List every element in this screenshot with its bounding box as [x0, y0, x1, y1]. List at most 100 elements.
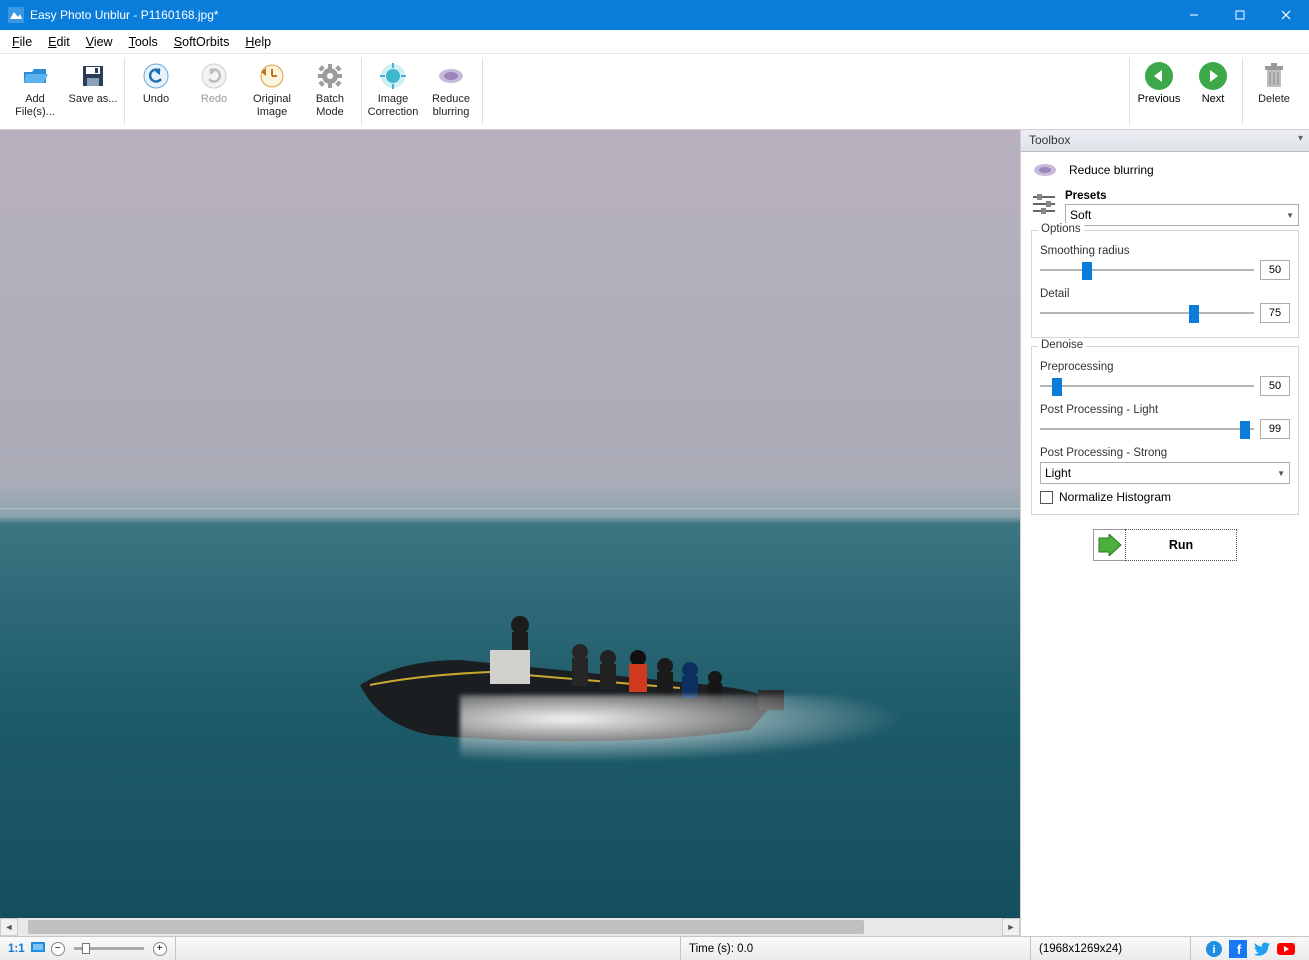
- chevron-down-icon: ▼: [1277, 469, 1285, 478]
- smoothing-radius-label: Smoothing radius: [1040, 245, 1290, 257]
- title-bar: Easy Photo Unblur - P1160168.jpg*: [0, 0, 1309, 30]
- image-correction-button[interactable]: Image Correction: [364, 58, 422, 125]
- menu-tools[interactable]: Tools: [121, 32, 166, 52]
- toolbar-label: Reduce blurring: [424, 93, 478, 118]
- run-label: Run: [1169, 538, 1193, 552]
- arrow-left-icon: [1145, 62, 1173, 90]
- menu-edit[interactable]: Edit: [40, 32, 78, 52]
- toolbar-label: Undo: [143, 93, 169, 106]
- image-canvas[interactable]: [0, 130, 1020, 918]
- detail-label: Detail: [1040, 288, 1290, 300]
- preprocessing-label: Preprocessing: [1040, 361, 1290, 373]
- detail-slider[interactable]: [1040, 312, 1254, 314]
- menu-help[interactable]: Help: [237, 32, 279, 52]
- presets-value: Soft: [1070, 208, 1091, 222]
- toolbar-label: Save as...: [69, 93, 118, 106]
- twitter-icon[interactable]: [1253, 940, 1271, 958]
- denoise-legend: Denoise: [1038, 339, 1086, 351]
- toolbar-label: Original Image: [245, 93, 299, 118]
- post-strong-value: Light: [1045, 466, 1071, 480]
- post-light-label: Post Processing - Light: [1040, 404, 1290, 416]
- close-button[interactable]: [1263, 0, 1309, 30]
- toolbar-label: Redo: [201, 93, 227, 106]
- menu-bar: File Edit View Tools SoftOrbits Help: [0, 30, 1309, 54]
- undo-icon: [142, 62, 170, 90]
- sparkle-icon: [379, 62, 407, 90]
- toolbar-label: Image Correction: [366, 93, 420, 118]
- toolbar-label: Next: [1202, 93, 1225, 105]
- post-light-value[interactable]: 99: [1260, 419, 1290, 439]
- run-button[interactable]: Run: [1125, 529, 1237, 561]
- post-strong-dropdown[interactable]: Light ▼: [1040, 462, 1290, 484]
- menu-file[interactable]: File: [4, 32, 40, 52]
- svg-text:f: f: [1237, 942, 1242, 957]
- facebook-icon[interactable]: f: [1229, 940, 1247, 958]
- toolbox-header: Toolbox ▾: [1021, 130, 1309, 152]
- scroll-right[interactable]: ►: [1002, 918, 1020, 936]
- scroll-left[interactable]: ◄: [0, 918, 18, 936]
- checkbox-icon: [1040, 491, 1053, 504]
- zoom-ratio[interactable]: 1:1: [8, 943, 25, 955]
- horizontal-scrollbar[interactable]: ◄ ►: [0, 918, 1020, 936]
- youtube-icon[interactable]: [1277, 940, 1295, 958]
- redo-button[interactable]: Redo: [185, 58, 243, 125]
- sliders-icon: [1031, 192, 1057, 217]
- status-bar: 1:1 − + Time (s): 0.0 (1968x1269x24) i f: [0, 936, 1309, 960]
- toolbox-panel: Toolbox ▾ Reduce blurring Presets Soft ▼: [1020, 130, 1309, 936]
- blur-icon: [1031, 160, 1059, 180]
- arrow-right-icon: [1199, 62, 1227, 90]
- svg-text:i: i: [1212, 944, 1215, 956]
- presets-label: Presets: [1065, 190, 1299, 202]
- clock-back-icon: [258, 62, 286, 90]
- post-strong-label: Post Processing - Strong: [1040, 447, 1290, 459]
- post-light-slider[interactable]: [1040, 428, 1254, 430]
- preprocessing-value[interactable]: 50: [1260, 376, 1290, 396]
- denoise-group: Denoise Preprocessing 50 Post Processing…: [1031, 346, 1299, 515]
- zoom-out-button[interactable]: −: [51, 942, 65, 956]
- reduce-blurring-button[interactable]: Reduce blurring: [422, 58, 480, 125]
- redo-icon: [200, 62, 228, 90]
- toolbar-label: Delete: [1258, 93, 1290, 106]
- trash-icon: [1260, 62, 1288, 90]
- smoothing-radius-slider[interactable]: [1040, 269, 1254, 271]
- pin-icon[interactable]: ▾: [1298, 133, 1303, 144]
- zoom-slider[interactable]: [74, 947, 144, 950]
- info-icon[interactable]: i: [1205, 940, 1223, 958]
- maximize-button[interactable]: [1217, 0, 1263, 30]
- toolbar: Add File(s)... Save as... Undo Redo Orig…: [0, 54, 1309, 130]
- previous-button[interactable]: Previous: [1132, 58, 1186, 125]
- zoom-in-button[interactable]: +: [153, 942, 167, 956]
- section-title: Reduce blurring: [1069, 163, 1154, 177]
- window-title: Easy Photo Unblur - P1160168.jpg*: [30, 8, 219, 22]
- menu-view[interactable]: View: [78, 32, 121, 52]
- preprocessing-slider[interactable]: [1040, 385, 1254, 387]
- fit-screen-icon[interactable]: [30, 941, 46, 956]
- gear-icon: [316, 62, 344, 90]
- normalize-histogram-checkbox[interactable]: Normalize Histogram: [1040, 490, 1290, 504]
- time-label: Time (s): 0.0: [689, 943, 753, 955]
- run-arrow-icon: [1093, 529, 1125, 561]
- detail-value[interactable]: 75: [1260, 303, 1290, 323]
- next-button[interactable]: Next: [1186, 58, 1240, 125]
- delete-button[interactable]: Delete: [1245, 58, 1303, 125]
- app-icon: [8, 7, 24, 23]
- batch-mode-button[interactable]: Batch Mode: [301, 58, 359, 125]
- toolbar-label: Add File(s)...: [8, 93, 62, 118]
- presets-dropdown[interactable]: Soft ▼: [1065, 204, 1299, 226]
- folder-open-icon: [21, 62, 49, 90]
- normalize-label: Normalize Histogram: [1059, 490, 1171, 504]
- save-as-button[interactable]: Save as...: [64, 58, 122, 125]
- chevron-down-icon: ▼: [1286, 211, 1294, 220]
- dimensions-label: (1968x1269x24): [1039, 943, 1122, 955]
- save-icon: [79, 62, 107, 90]
- toolbar-label: Batch Mode: [303, 93, 357, 118]
- options-group: Options Smoothing radius 50 Detail 75: [1031, 230, 1299, 338]
- minimize-button[interactable]: [1171, 0, 1217, 30]
- smoothing-radius-value[interactable]: 50: [1260, 260, 1290, 280]
- add-files-button[interactable]: Add File(s)...: [6, 58, 64, 125]
- menu-softorbits[interactable]: SoftOrbits: [166, 32, 238, 52]
- toolbar-label: Previous: [1138, 93, 1181, 105]
- options-legend: Options: [1038, 223, 1084, 235]
- undo-button[interactable]: Undo: [127, 58, 185, 125]
- original-image-button[interactable]: Original Image: [243, 58, 301, 125]
